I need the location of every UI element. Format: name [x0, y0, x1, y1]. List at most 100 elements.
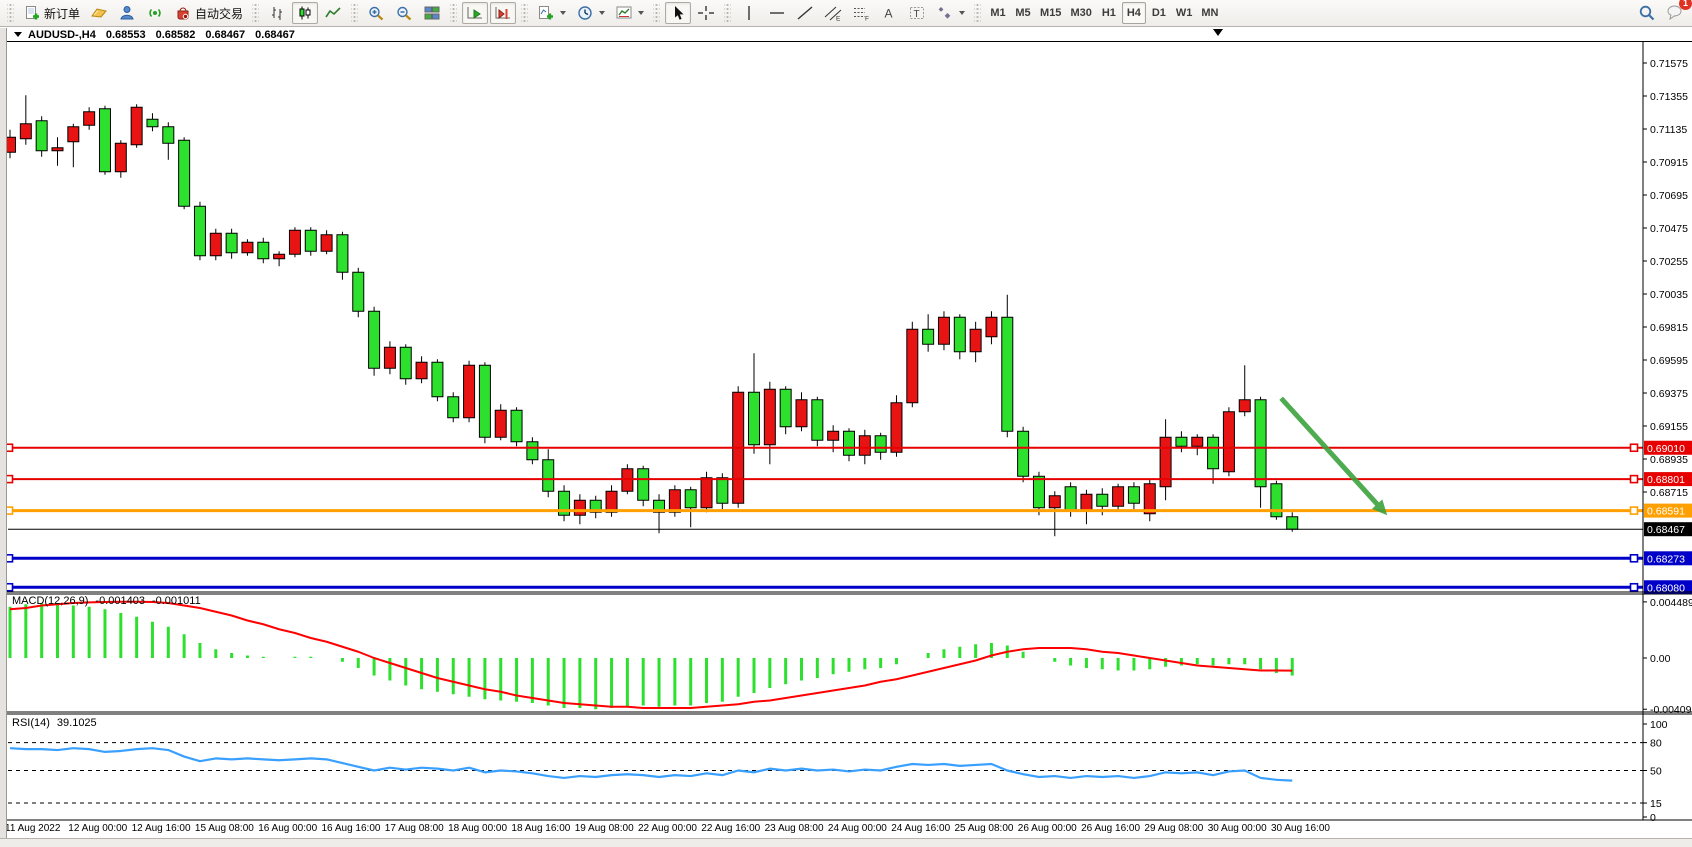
macd-label: MACD(12,26,9) -0.001403 -0.001011	[12, 595, 201, 607]
price-badge-text: 0.68801	[1647, 474, 1685, 486]
bar-chart-button[interactable]	[264, 2, 290, 24]
accounts-button[interactable]	[114, 2, 140, 24]
trendline-icon	[796, 5, 814, 21]
rsi-tick-label: 80	[1650, 738, 1662, 750]
line-handle[interactable]	[1631, 584, 1638, 591]
mt4-terminal-window: { "toolbar": { "new_order_label": "新订单",…	[0, 0, 1692, 847]
chart-shift-icon	[494, 5, 512, 21]
macd-signal-value: -0.001011	[152, 595, 201, 607]
macd-tick-label: 0.00	[1650, 653, 1671, 665]
toolbar-grip[interactable]	[351, 4, 358, 22]
candlestick-chart-button[interactable]	[292, 2, 318, 24]
chart-plot[interactable]: 0.690100.688010.685910.684670.682730.680…	[0, 28, 1692, 838]
fibonacci-icon: F	[852, 5, 870, 21]
timeframe-m5-button[interactable]: M5	[1011, 2, 1035, 24]
dropdown-caret-icon	[959, 11, 965, 15]
deposit-button[interactable]	[86, 2, 112, 24]
price-badge-text: 0.68273	[1647, 553, 1685, 565]
equidistant-channel-button[interactable]: E	[820, 2, 846, 24]
crosshair-icon	[697, 5, 715, 21]
price-tick-label: 0.69155	[1650, 421, 1688, 433]
crosshair-button[interactable]	[693, 2, 719, 24]
date-tick-label: 22 Aug 00:00	[638, 823, 697, 834]
vertical-line-button[interactable]	[736, 2, 762, 24]
macd-tick-label: 0.004489	[1650, 597, 1692, 609]
price-tick-label: 0.70255	[1650, 256, 1688, 268]
dropdown-caret-icon	[599, 11, 605, 15]
signal-icon	[146, 5, 164, 21]
line-chart-button[interactable]	[320, 2, 346, 24]
timeframe-m30-button[interactable]: M30	[1066, 2, 1095, 24]
timeframe-w1-button[interactable]: W1	[1172, 2, 1197, 24]
dropdown-caret-icon	[560, 11, 566, 15]
rsi-indicator	[8, 743, 1643, 803]
svg-text:T: T	[914, 9, 920, 20]
fibonacci-button[interactable]: F	[848, 2, 874, 24]
timeframe-m1-button[interactable]: M1	[986, 2, 1010, 24]
new-order-button[interactable]: 新订单	[19, 2, 84, 24]
timeframe-toolbar: M1M5M15M30H1H4D1W1MN	[986, 2, 1222, 24]
text-button[interactable]: A	[876, 2, 902, 24]
macd-name: MACD(12,26,9)	[12, 595, 88, 607]
timeframe-h1-button[interactable]: H1	[1097, 2, 1121, 24]
chart-shift-button[interactable]	[490, 2, 516, 24]
zoom-in-icon	[367, 5, 385, 21]
templates-button[interactable]	[611, 2, 648, 24]
main-toolbar: 新订单 自动交易	[0, 0, 1692, 27]
trendline-button[interactable]	[792, 2, 818, 24]
dropdown-caret-icon	[638, 11, 644, 15]
toolbar-grip[interactable]	[521, 4, 528, 22]
price-tick-label: 0.70475	[1650, 223, 1688, 235]
macd-tick-label: -0.004098	[1650, 704, 1692, 716]
trend-arrow[interactable]	[1281, 398, 1387, 515]
account-person-icon	[118, 5, 136, 21]
signals-button[interactable]	[142, 2, 168, 24]
toolbar-grip[interactable]	[974, 4, 981, 22]
line-handle[interactable]	[1631, 507, 1638, 514]
timeframe-mn-button[interactable]: MN	[1197, 2, 1222, 24]
svg-text:A: A	[885, 7, 893, 21]
zoom-out-button[interactable]	[391, 2, 417, 24]
arrows-button[interactable]	[932, 2, 969, 24]
line-handle[interactable]	[1631, 555, 1638, 562]
auto-scroll-button[interactable]	[462, 2, 488, 24]
horizontal-line-icon	[768, 5, 786, 21]
date-tick-label: 19 Aug 08:00	[575, 823, 634, 834]
tile-windows-button[interactable]	[419, 2, 445, 24]
date-tick-label: 24 Aug 00:00	[828, 823, 887, 834]
date-tick-label: 18 Aug 16:00	[511, 823, 570, 834]
bar-chart-icon	[268, 5, 286, 21]
cursor-button[interactable]	[665, 2, 691, 24]
date-tick-label: 22 Aug 16:00	[701, 823, 760, 834]
new-order-icon	[23, 5, 41, 21]
text-label-button[interactable]: T	[904, 2, 930, 24]
timeframe-m15-button[interactable]: M15	[1036, 2, 1065, 24]
notification-badge: 1	[1679, 0, 1692, 10]
search-button[interactable]	[1634, 2, 1660, 24]
svg-text:E: E	[836, 16, 841, 22]
toolbar-grip[interactable]	[724, 4, 731, 22]
equidistant-channel-icon: E	[824, 5, 842, 21]
date-tick-label: 26 Aug 16:00	[1081, 823, 1140, 834]
timeframe-h4-button[interactable]: H4	[1122, 2, 1146, 24]
periods-button[interactable]	[572, 2, 609, 24]
price-badge-text: 0.68591	[1647, 506, 1685, 518]
date-tick-label: 29 Aug 08:00	[1144, 823, 1203, 834]
toolbar-grip[interactable]	[7, 4, 14, 22]
toolbar-grip[interactable]	[450, 4, 457, 22]
toolbar-grip[interactable]	[653, 4, 660, 22]
price-tick-label: 0.70915	[1650, 157, 1688, 169]
window-left-gutter[interactable]	[0, 28, 7, 838]
price-badge-text: 0.69010	[1647, 443, 1685, 455]
date-tick-label: 16 Aug 16:00	[322, 823, 381, 834]
date-tick-label: 16 Aug 00:00	[258, 823, 317, 834]
horizontal-line-button[interactable]	[764, 2, 790, 24]
auto-trading-button[interactable]: 自动交易	[170, 2, 247, 24]
price-tick-label: 0.69815	[1650, 322, 1688, 334]
zoom-in-button[interactable]	[363, 2, 389, 24]
indicators-button[interactable]	[533, 2, 570, 24]
toolbar-grip[interactable]	[252, 4, 259, 22]
line-handle[interactable]	[1631, 444, 1638, 451]
line-handle[interactable]	[1631, 476, 1638, 483]
timeframe-d1-button[interactable]: D1	[1147, 2, 1171, 24]
